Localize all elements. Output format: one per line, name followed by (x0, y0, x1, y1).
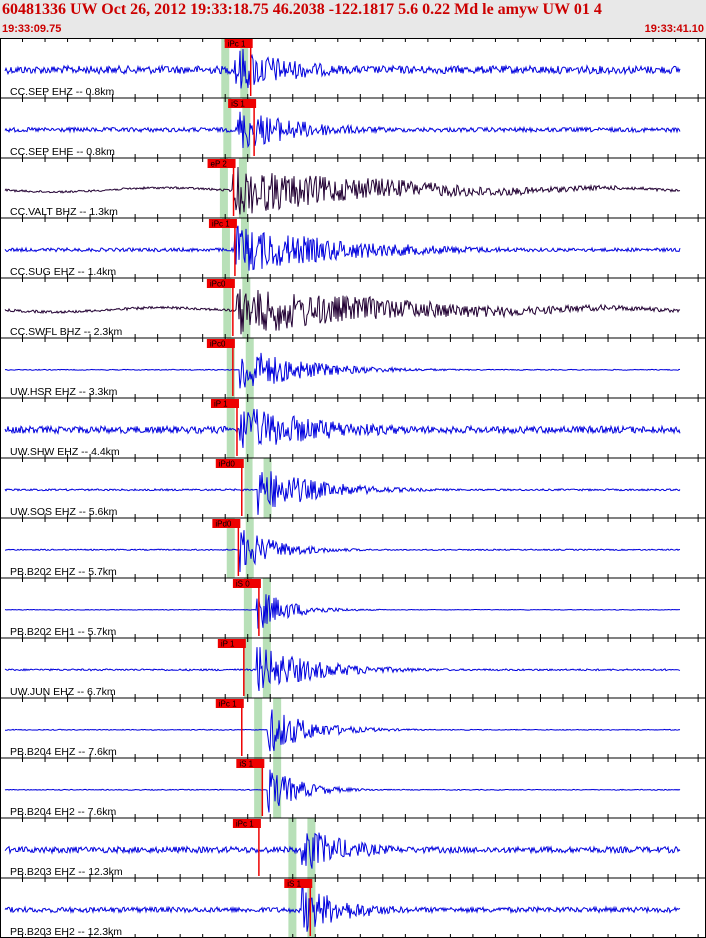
trace-waveform (5, 709, 681, 752)
trace-label: UW.JUN EHZ -- 6.7km (10, 686, 116, 698)
trace-label: PB.B204 EHZ -- 7.6km (10, 746, 117, 758)
trace-waveform (4, 48, 681, 89)
window-band (244, 458, 253, 518)
trace-label: CC.SUG EHZ -- 1.4km (10, 266, 116, 278)
event-title: 60481336 UW Oct 26, 2012 19:33:18.75 46.… (2, 1, 602, 18)
pick-label: iPc0 (210, 280, 226, 289)
pick-label: iPc 1 (219, 700, 237, 709)
pick-label: iS 0 (236, 580, 250, 589)
trace-label: UW.SHW EHZ -- 4.4km (10, 446, 120, 458)
trace-waveform (4, 594, 680, 629)
trace-label: CC.VALT BHZ -- 1.3km (10, 206, 118, 218)
pick-label: iP 1 (214, 400, 228, 409)
trace-waveform (4, 832, 681, 869)
trace-label: PB.B204 EH2 -- 7.6km (10, 806, 116, 818)
trace-waveform (4, 225, 681, 271)
trace-label: UW.SOS EHZ -- 5.6km (10, 506, 118, 518)
pick-label: iPd0 (219, 460, 236, 469)
pick-label: eP 2 (211, 160, 228, 169)
trace-waveform (4, 647, 681, 692)
trace-label: CC.SWFL BHZ -- 2.3km (10, 326, 122, 338)
start-time-label: 19:33:09.75 (2, 23, 62, 35)
pick-label: iPc 1 (228, 40, 246, 49)
pick-label: iS 1 (231, 100, 245, 109)
pick-label: iPc 1 (212, 220, 230, 229)
trace-waveform (4, 111, 681, 149)
trace-label: PB.B203 EHZ -- 12.3km (10, 866, 123, 878)
plot-border (0, 38, 706, 938)
pick-label: iP 1 (221, 640, 235, 649)
trace-label: UW.HSR EHZ -- 3.3km (10, 386, 118, 398)
window-band (254, 698, 263, 758)
trace-label: PB.B202 EHZ -- 5.7km (10, 566, 117, 578)
end-time-label: 19:33:41.10 (644, 23, 704, 35)
pick-label: iS 1 (287, 880, 301, 889)
pick-label: iPc0 (210, 340, 226, 349)
trace-label: PB.B202 EH1 -- 5.7km (10, 626, 116, 638)
trace-waveform (4, 408, 681, 448)
header-bar: 60481336 UW Oct 26, 2012 19:33:18.75 46.… (0, 0, 706, 38)
pick-label: iPd0 (215, 520, 232, 529)
trace-waveform (4, 352, 681, 389)
window-band (245, 338, 254, 398)
seismogram-plot[interactable]: iPc 1 CC.SEP EHZ -- 0.8km iS 1 CC.SEP EHE -… (0, 38, 706, 938)
trace-label: PB.B203 EH2 -- 12.3km (10, 926, 122, 938)
trace-label: CC.SEP EHZ -- 0.8km (10, 86, 114, 98)
pick-label: iS 1 (239, 760, 253, 769)
pick-label: iPc 1 (236, 820, 254, 829)
trace-label: CC.SEP EHE -- 0.8km (10, 146, 115, 158)
trace-waveform (4, 885, 681, 932)
